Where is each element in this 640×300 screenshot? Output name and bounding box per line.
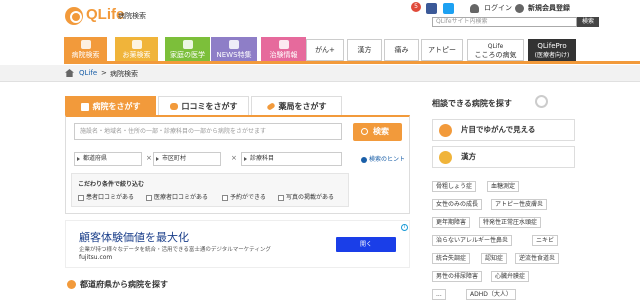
nav-tab-family-medicine[interactable]: 家庭の医学 (165, 37, 210, 61)
breadcrumb-separator: > (101, 69, 107, 77)
checkbox[interactable] (78, 194, 84, 201)
tab-review-search[interactable]: 口コミをさがす (158, 96, 249, 115)
user-icon[interactable] (470, 4, 479, 13)
trial-icon (278, 40, 289, 49)
ad-title[interactable]: 顧客体験価値を最大化 (79, 229, 189, 245)
hospital-icon (80, 102, 89, 111)
tag-link[interactable]: 心臓弁膜症 (491, 271, 530, 282)
pill-icon (131, 40, 142, 49)
sidebar-button-kampo[interactable]: 漢方 (432, 146, 575, 168)
filter-photos[interactable]: 写真の掲載がある (278, 192, 334, 201)
search-hint-link[interactable]: 検索のヒント (361, 154, 405, 163)
site-header: QLife 病院検索 5 ログイン 新規会員登録 QLifeサイト内検索 検索 (0, 0, 640, 37)
select-separator: × (146, 154, 152, 162)
tag-link[interactable]: ... (432, 289, 446, 300)
breadcrumb-item-current: 病院検索 (110, 70, 138, 78)
ad-open-button[interactable]: 開く (336, 237, 396, 252)
breadcrumb: QLife > 病院検索 (0, 65, 640, 82)
hospital-icon (80, 40, 91, 49)
tag-link[interactable]: 更年期障害 (432, 217, 471, 228)
nav-tab-medicine[interactable]: お薬検索 (115, 37, 158, 61)
register-link[interactable]: 新規会員登録 (528, 3, 570, 13)
section-title: 病院検索 (118, 12, 146, 20)
ad-url[interactable]: fujitsu.com (79, 254, 112, 261)
caret-icon (156, 157, 159, 161)
search-button[interactable]: 検索 (353, 123, 402, 141)
nav-tab-news[interactable]: NEWS特集 (211, 37, 257, 61)
home-icon[interactable] (65, 69, 74, 77)
tag-link[interactable]: ニキビ (532, 235, 559, 246)
tag-link[interactable]: ADHD（大人） (466, 289, 516, 300)
filter-patient-review[interactable]: 患者口コミがある (78, 192, 134, 201)
tag-link[interactable]: 逆流性食道炎 (515, 253, 560, 264)
search-icon (535, 95, 548, 108)
nav-link-atopy[interactable]: アトピー (421, 39, 463, 61)
tab-pharmacy-search[interactable]: 薬局をさがす (251, 96, 342, 115)
keyword-input[interactable]: 施設名・地域名・住所の一部・診療科目の一部から病院をさがせます (74, 123, 342, 140)
nav-underline (64, 61, 640, 64)
select-separator: × (231, 154, 237, 162)
global-nav: 病院検索 お薬検索 家庭の医学 NEWS特集 治験情報 がん+ 漢方 痛み アト… (64, 37, 640, 62)
tag-link[interactable]: 統合失調症 (432, 253, 471, 264)
notification-badge[interactable]: 5 (411, 2, 421, 12)
filter-reservation[interactable]: 予約ができる (222, 192, 266, 201)
tag-link[interactable]: 女性のみの成長 (432, 199, 483, 210)
nav-link-pain[interactable]: 痛み (384, 39, 419, 61)
prefecture-heading: 都道府県から病院を探す (80, 280, 168, 289)
nav-tab-clinical-trial[interactable]: 治験情報 (261, 37, 306, 61)
sidebar-button-eye[interactable]: 片目でゆがんで見える (432, 119, 575, 141)
filter-conditions: こだわり条件で絞り込む 患者口コミがある 医療者口コミがある 予約ができる 写真… (71, 173, 349, 207)
tab-hospital-search[interactable]: 病院をさがす (65, 96, 156, 115)
ad-description: 企業が持つ様々なデータを統合・活用できる富士通のデジタルマーケティング (79, 247, 271, 253)
tag-link[interactable]: 男性の排尿障害 (432, 271, 483, 282)
twitter-icon[interactable] (443, 3, 454, 14)
checkbox[interactable] (278, 194, 284, 201)
facebook-icon[interactable] (426, 3, 437, 14)
qlife-logo-icon[interactable] (65, 7, 83, 25)
register-icon[interactable] (515, 4, 524, 13)
chat-icon (169, 103, 178, 110)
tag-link[interactable]: 認知症 (481, 253, 508, 264)
sidebar-title: 相談できる病院を探す (432, 99, 512, 108)
tag-link[interactable]: 治らないアレルギー性鼻炎 (432, 235, 513, 246)
location-icon (67, 280, 76, 289)
tag-link[interactable]: 骨粗しょう症 (432, 181, 477, 192)
advertisement[interactable]: 顧客体験価値を最大化 企業が持つ様々なデータを統合・活用できる富士通のデジタルマ… (65, 220, 410, 268)
nav-link-kampo[interactable]: 漢方 (347, 39, 382, 61)
checkbox[interactable] (222, 194, 228, 201)
nav-link-qlifepro[interactable]: QLifePro (医療者向け) (528, 39, 576, 61)
prefecture-select[interactable]: 都道府県 (74, 152, 142, 166)
site-search-input[interactable]: QLifeサイト内検索 (432, 17, 577, 27)
checkbox[interactable] (146, 194, 152, 201)
ad-info-icon[interactable]: i (401, 224, 408, 231)
tag-link[interactable]: 血糖測定 (487, 181, 520, 192)
nav-link-kokoro[interactable]: QLife こころの病気 (467, 39, 524, 61)
breadcrumb-item-qlife[interactable]: QLife (79, 69, 97, 77)
nav-link-cancer[interactable]: がん+ (306, 39, 344, 61)
capsule-icon (265, 102, 276, 111)
nav-tab-hospital[interactable]: 病院検索 (64, 37, 107, 61)
login-link[interactable]: ログイン (484, 3, 512, 13)
eye-icon (439, 124, 452, 137)
filter-medical-review[interactable]: 医療者口コミがある (146, 192, 208, 201)
hospital-search-panel: 施設名・地域名・住所の一部・診療科目の一部から病院をさがせます 検索 都道府県 … (65, 115, 410, 214)
department-select[interactable]: 診療科目 (241, 152, 342, 166)
news-icon (229, 40, 239, 49)
herb-icon (439, 151, 452, 164)
site-search-button[interactable]: 検索 (577, 17, 599, 27)
tag-link[interactable]: アトピー性皮膚炎 (491, 199, 548, 210)
filter-title: こだわり条件で絞り込む (78, 181, 145, 188)
book-icon (182, 40, 193, 49)
caret-icon (244, 157, 247, 161)
tag-link[interactable]: 特発性正常圧水頭症 (479, 217, 542, 228)
help-icon (361, 156, 367, 163)
search-icon (361, 128, 368, 135)
city-select[interactable]: 市区町村 (153, 152, 221, 166)
caret-icon (77, 157, 80, 161)
